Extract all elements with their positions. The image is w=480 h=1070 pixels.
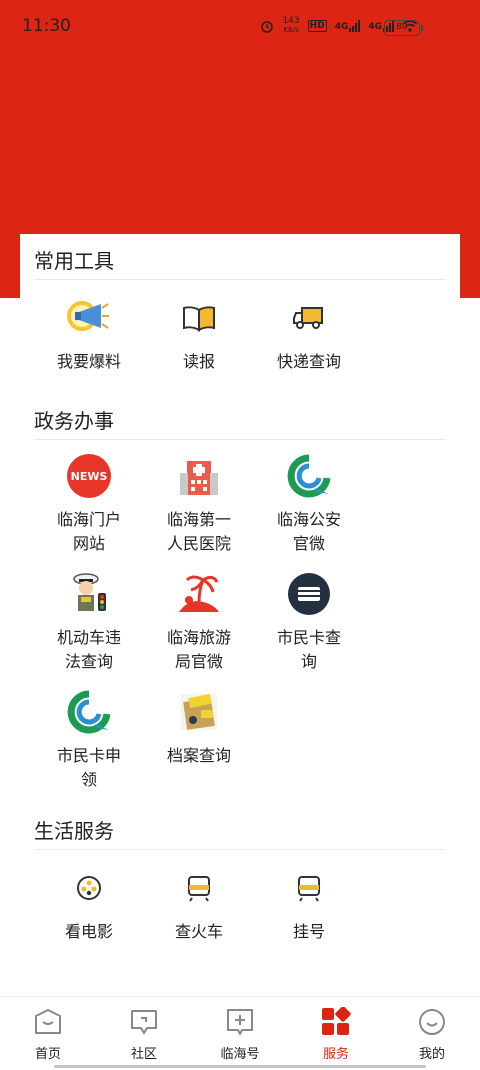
train-icon [285,864,333,912]
hospital-icon [175,452,223,500]
gov-tourism-weibo[interactable]: 临海旅游局官微 [144,570,254,671]
status-bar: 11:30 143 KB/s HD 4G 4G 80 [0,0,480,54]
police-logo-icon [285,452,333,500]
gov-citizen-card-apply[interactable]: 市民卡申领 [34,688,144,789]
item-label: 临海门户网站 [56,510,121,553]
section-title: 生活服务 [34,804,446,850]
life-watch-movie[interactable]: 看电影 [34,864,144,944]
net-speed-unit: KB/s [283,26,299,34]
nav-mine[interactable]: 我的 [384,997,480,1070]
home-indicator [54,1065,426,1068]
section-title: 常用工具 [34,234,446,280]
megaphone-icon [65,294,113,342]
service-grid-icon [321,1007,351,1037]
nav-home[interactable]: 首页 [0,997,96,1070]
plus-square-icon [225,1007,255,1037]
citizen-card-apply-icon [65,688,113,736]
news-icon: NEWS [65,452,113,500]
item-label: 挂号 [292,922,325,941]
tool-read-paper[interactable]: 读报 [144,294,254,374]
item-label: 临海第一人民医院 [166,510,231,553]
train-icon [175,864,223,912]
chat-icon [129,1007,159,1037]
book-icon [175,294,223,342]
item-label: 市民卡申领 [56,746,121,789]
gov-first-hospital[interactable]: 临海第一人民医院 [144,452,254,570]
nav-label: 服务 [322,1047,349,1062]
section-title: 政务办事 [34,394,446,440]
nav-label: 首页 [34,1047,61,1062]
item-label: 快递查询 [276,352,341,371]
nav-label: 我的 [418,1047,445,1062]
gov-police-weibo[interactable]: 临海公安官微 [254,452,364,570]
item-label: 看电影 [64,922,113,941]
item-label: 读报 [182,352,215,371]
home-icon [33,1007,63,1037]
tool-express-query[interactable]: 快递查询 [254,294,364,374]
smile-icon [417,1007,447,1037]
alarm-icon [261,21,274,33]
network-type-1: 4G [334,22,349,32]
nav-label: 临海号 [220,1047,260,1062]
item-label: 市民卡查询 [276,628,341,671]
signal-icon [349,20,361,32]
gov-linhai-portal[interactable]: NEWS 临海门户网站 [34,452,144,570]
nav-community[interactable]: 社区 [96,997,192,1070]
status-time: 11:30 [22,16,71,36]
tool-report-news[interactable]: 我要爆料 [34,294,144,374]
section-government-affairs: 政务办事 NEWS 临海门户网站 临海第一人民医院 临海公安官微 机动车违法查询… [20,394,460,789]
item-label: 临海公安官微 [276,510,341,553]
item-label: 档案查询 [166,746,231,765]
truck-icon [285,294,333,342]
network-type-2: 4G [368,22,382,32]
gov-vehicle-violation[interactable]: 机动车违法查询 [34,570,144,688]
film-reel-icon [65,864,113,912]
gov-archive-query[interactable]: 档案查询 [144,688,254,788]
life-train-query[interactable]: 查火车 [144,864,254,944]
bottom-nav: 首页 社区 临海号 服务 我的 [0,996,480,1070]
life-registration[interactable]: 挂号 [254,864,364,944]
section-common-tools: 常用工具 我要爆料 读报 快递查询 [20,234,460,374]
news-badge-text: NEWS [71,470,108,483]
nav-services[interactable]: 服务 [288,997,384,1070]
item-label: 我要爆料 [56,352,121,371]
item-label: 临海旅游局官微 [166,628,231,671]
hd-badge: HD [307,20,327,32]
citizen-card-icon [285,570,333,618]
archive-icon [175,688,223,736]
traffic-police-icon [65,570,113,618]
palm-island-icon [175,570,223,618]
item-label: 机动车违法查询 [56,628,121,671]
battery-indicator: 80 [384,20,423,36]
services-content: 常用工具 我要爆料 读报 快递查询 政务办事 NEWS 临海门户网站 临海第一人… [20,234,460,944]
nav-label: 社区 [130,1047,157,1062]
gov-citizen-card-query[interactable]: 市民卡查询 [254,570,364,671]
item-label: 查火车 [174,922,223,941]
nav-linhai-account[interactable]: 临海号 [192,997,288,1070]
net-speed: 143 [282,16,300,26]
section-life-services: 生活服务 看电影 查火车 挂号 [20,804,460,944]
